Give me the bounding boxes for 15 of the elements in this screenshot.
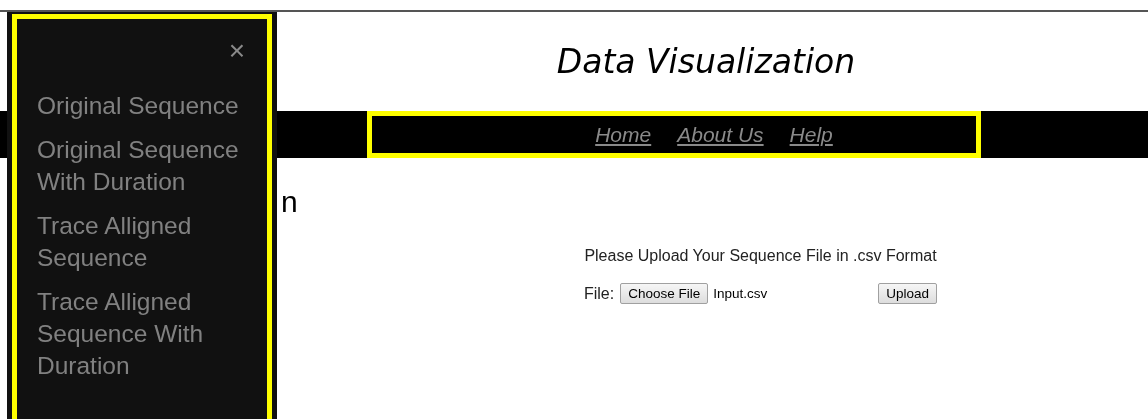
nav-link[interactable]: Home — [595, 122, 652, 147]
sidebar-item[interactable]: Original Sequence With Duration — [37, 134, 267, 198]
file-label: File: — [583, 284, 615, 303]
nav-link[interactable]: Help — [789, 122, 833, 147]
sidebar-item[interactable]: Trace Alligned Sequence — [37, 210, 267, 274]
close-button[interactable]: × — [228, 37, 245, 65]
upload-prompt: Please Upload Your Sequence File in .csv Format — [584, 247, 937, 265]
section-heading: n — [281, 185, 298, 219]
page-title: Data Visualization — [556, 42, 856, 81]
sidebar-item[interactable]: Original Sequence — [37, 90, 267, 122]
file-name: Input.csv — [713, 286, 769, 301]
sidebar-item[interactable]: Trace Alligned Sequence With Duration — [37, 286, 267, 382]
nav-link[interactable]: About Us — [677, 122, 764, 147]
choose-file-button[interactable]: Choose File — [620, 283, 709, 304]
upload-button[interactable]: Upload — [878, 283, 938, 304]
